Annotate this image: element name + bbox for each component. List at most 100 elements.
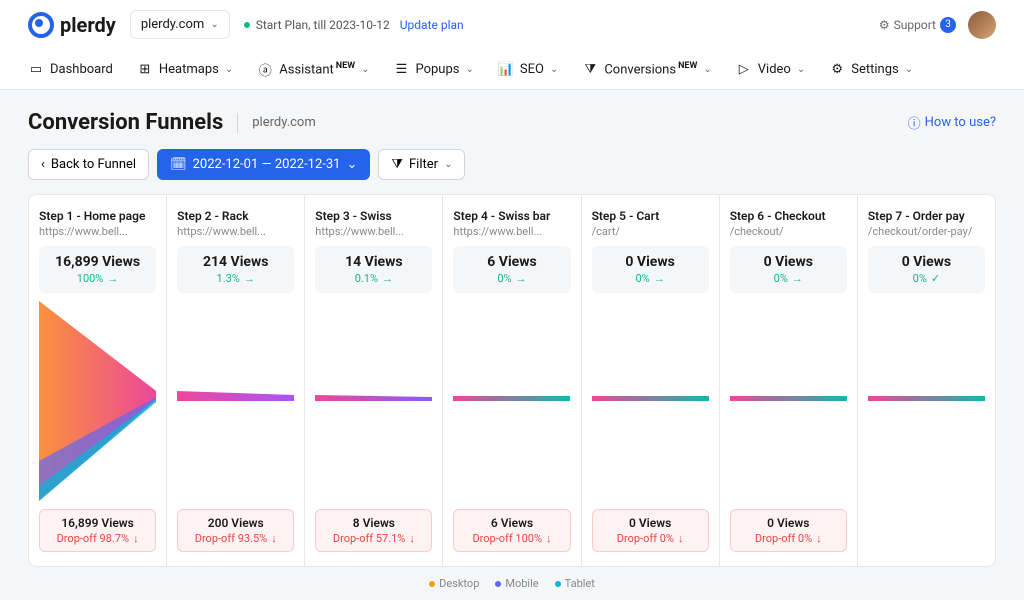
step-url: /checkout/ (730, 225, 847, 238)
chevron-down-icon: ⌄ (346, 157, 357, 172)
arrow-down-icon: ↓ (271, 532, 277, 545)
nav-icon: 📊 (498, 61, 514, 77)
arrow-down-icon: ↓ (133, 532, 139, 545)
funnel-chart (868, 301, 985, 501)
nav-dashboard[interactable]: ▭Dashboard (28, 49, 113, 89)
funnel-step: Step 7 - Order pay/checkout/order-pay/0 … (858, 195, 995, 566)
views-value: 214 Views (183, 254, 288, 270)
nav-icon: ▷ (736, 61, 752, 77)
funnel-step: Step 6 - Checkout/checkout/0 Views0% →0 … (720, 195, 858, 566)
views-box: 0 Views 0% → (592, 246, 709, 293)
drop-off-box: 0 ViewsDrop-off 0% ↓ (592, 509, 709, 552)
drop-pct: Drop-off 100% ↓ (460, 532, 563, 545)
divider (237, 113, 238, 133)
plan-info: Start Plan, till 2023-10-12 Update plan (244, 18, 464, 32)
step-title: Step 4 - Swiss bar (453, 209, 570, 223)
date-range-button[interactable]: 🗓 2022-12-01 — 2022-12-31 ⌄ (157, 149, 370, 180)
arrow-right-icon: → (654, 272, 665, 285)
arrow-right-icon: ✓ (931, 272, 940, 285)
funnel-chart (453, 301, 570, 501)
step-title: Step 5 - Cart (592, 209, 709, 223)
funnel-step: Step 3 - Swisshttps://www.bell...14 View… (305, 195, 443, 566)
step-url: https://www.bell... (453, 225, 570, 238)
site-selector[interactable]: plerdy.com ⌄ (130, 10, 230, 39)
step-title: Step 2 - Rack (177, 209, 294, 223)
views-pct: 0% → (736, 272, 841, 285)
nav-icon: ⓐ (257, 61, 273, 77)
drop-views: 200 Views (184, 516, 287, 530)
page-site: plerdy.com (252, 115, 316, 130)
chevron-left-icon: ‹ (41, 157, 45, 172)
calendar-icon: 🗓 (170, 157, 187, 172)
step-url: https://www.bell... (39, 225, 156, 238)
status-dot-icon (244, 22, 250, 28)
chevron-down-icon: ⌄ (703, 64, 711, 75)
step-title: Step 6 - Checkout (730, 209, 847, 223)
step-url: https://www.bell... (177, 225, 294, 238)
nav-conversions[interactable]: ⧩ConversionsNEW ⌄ (582, 49, 711, 89)
support-badge: 3 (940, 17, 956, 33)
views-value: 6 Views (459, 254, 564, 270)
nav-video[interactable]: ▷Video ⌄ (736, 49, 805, 89)
gear-icon: ⚙ (879, 18, 890, 32)
nav-seo[interactable]: 📊SEO ⌄ (498, 49, 558, 89)
drop-pct: Drop-off 0% ↓ (737, 532, 840, 545)
nav-heatmaps[interactable]: ⊞Heatmaps ⌄ (137, 49, 233, 89)
views-value: 16,899 Views (45, 254, 150, 270)
arrow-down-icon: ↓ (409, 532, 415, 545)
drop-views: 8 Views (322, 516, 425, 530)
funnel-step: Step 4 - Swiss bar https://www.bell... 6 V… (443, 195, 581, 566)
views-pct: 0.1% → (321, 272, 426, 285)
arrow-down-icon: ↓ (546, 532, 552, 545)
views-pct: 0% → (598, 272, 703, 285)
drop-views: 0 Views (737, 516, 840, 530)
views-pct: 0% → (459, 272, 564, 285)
avatar[interactable] (968, 11, 996, 39)
chevron-down-icon: ⌄ (465, 64, 473, 75)
arrow-right-icon: → (107, 272, 118, 285)
views-value: 0 Views (598, 254, 703, 270)
step-url: /checkout/order-pay/ (868, 225, 985, 238)
arrow-right-icon: → (382, 272, 393, 285)
funnel-step: Step 5 - Cart/cart/0 Views0% →0 ViewsDro… (582, 195, 720, 566)
chevron-down-icon: ⌄ (210, 19, 218, 30)
nav-assistant[interactable]: ⓐAssistantNEW ⌄ (257, 49, 369, 89)
drop-pct: Drop-off 0% ↓ (599, 532, 702, 545)
filter-icon: ⧩ (391, 157, 403, 172)
chevron-down-icon: ⌄ (444, 159, 452, 170)
views-box: 16,899 Views 100% → (39, 246, 156, 293)
funnel-step: Step 2 - Rack https://www.bell... 214 View… (167, 195, 305, 566)
logo[interactable]: plerdy (28, 12, 116, 38)
drop-views: 6 Views (460, 516, 563, 530)
filter-button[interactable]: ⧩ Filter ⌄ (378, 149, 465, 180)
nav-popups[interactable]: ☰Popups ⌄ (393, 49, 473, 89)
drop-views: 16,899 Views (46, 516, 149, 530)
how-to-use-link[interactable]: ⓘ How to use? (908, 113, 996, 132)
step-title: Step 1 - Home page (39, 209, 156, 223)
funnel-chart (592, 301, 709, 501)
views-value: 0 Views (874, 254, 979, 270)
views-box: 214 Views1.3% → (177, 246, 294, 293)
update-plan-link[interactable]: Update plan (400, 18, 464, 32)
chevron-down-icon: ⌄ (905, 64, 913, 75)
step-title: Step 3 - Swiss (315, 209, 432, 223)
views-pct: 0% ✓ (874, 272, 979, 285)
chevron-down-icon: ⌄ (225, 64, 233, 75)
nav-settings[interactable]: ⚙Settings ⌄ (829, 49, 913, 89)
chevron-down-icon: ⌄ (797, 64, 805, 75)
drop-off-box: 6 Views Drop-off 100% ↓ (453, 509, 570, 552)
drop-off-box: 8 Views Drop-off 57.1% ↓ (315, 509, 432, 552)
drop-pct: Drop-off 93.5% ↓ (184, 532, 287, 545)
support-link[interactable]: ⚙ Support 3 (879, 17, 956, 33)
logo-icon (28, 12, 54, 38)
back-button[interactable]: ‹ Back to Funnel (28, 149, 149, 180)
nav-icon: ☰ (393, 61, 409, 77)
arrow-right-icon: → (792, 272, 803, 285)
views-pct: 100% → (45, 272, 150, 285)
funnel-chart (177, 301, 294, 501)
chevron-down-icon: ⌄ (361, 64, 369, 75)
arrow-right-icon: → (516, 272, 527, 285)
drop-pct: Drop-off 57.1% ↓ (322, 532, 425, 545)
nav-icon: ▭ (28, 61, 44, 77)
arrow-right-icon: → (244, 272, 255, 285)
